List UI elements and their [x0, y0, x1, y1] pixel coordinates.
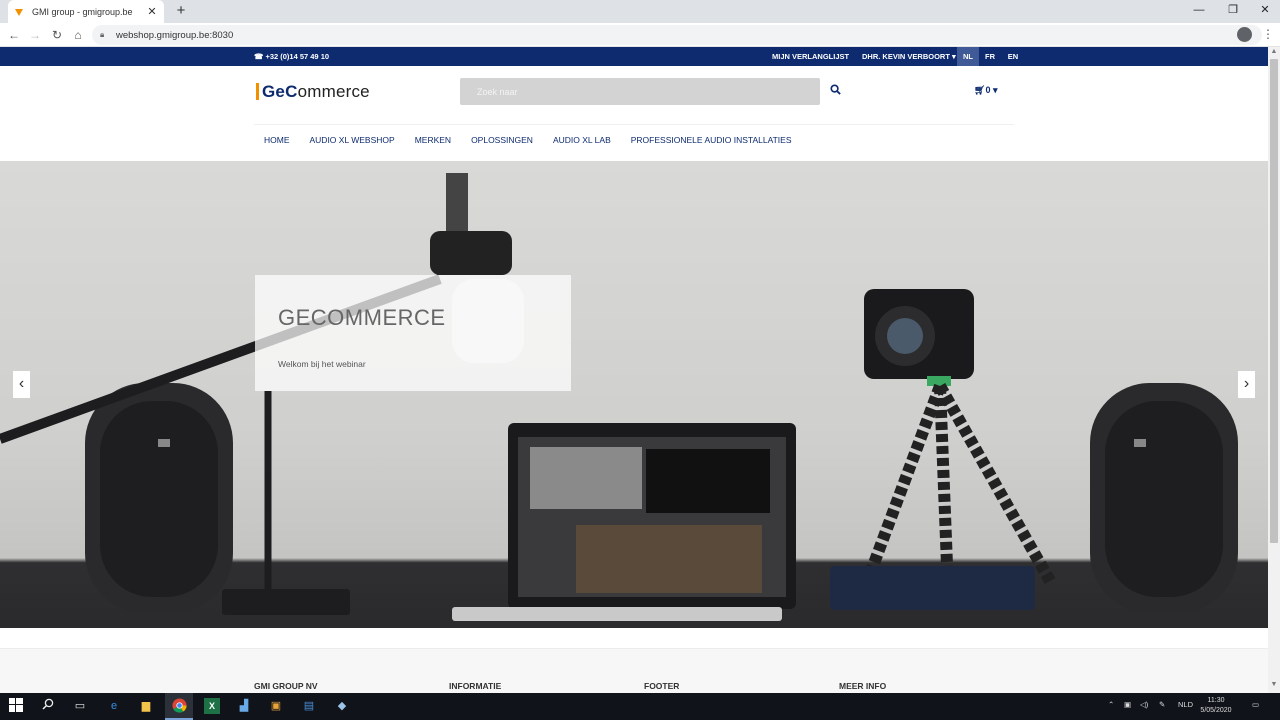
menu-item-merken[interactable]: MERKEN: [415, 135, 451, 145]
reload-icon[interactable]: ↻: [49, 27, 65, 43]
minimize-window-button[interactable]: —: [1182, 0, 1216, 23]
lang-fr[interactable]: FR: [979, 47, 1001, 66]
hero-image: [0, 173, 1268, 628]
caret-down-icon: ▾: [992, 85, 998, 95]
footer-col-informatie: INFORMATIE: [449, 681, 502, 691]
search-input[interactable]: [460, 78, 820, 105]
cart-button[interactable]: 🛒︎0 ▾: [974, 85, 998, 96]
hero-slider: GECOMMERCE Welkom bij het webinar ‹ ›: [0, 161, 1268, 628]
edge-icon[interactable]: e: [106, 698, 122, 714]
profile-avatar-icon[interactable]: [1237, 27, 1252, 42]
search-icon[interactable]: [828, 84, 842, 98]
user-menu[interactable]: DHR. KEVIN VERBOORT ▾: [862, 52, 956, 61]
chart-app-icon[interactable]: ▟: [236, 698, 252, 714]
scroll-up-icon[interactable]: ▲: [1268, 48, 1280, 58]
logo-accent-bar: [256, 83, 259, 100]
browser-tab[interactable]: GMI group - gmigroup.be ✕: [8, 0, 164, 23]
footer-col-gmi-group: GMI GROUP NV: [254, 681, 318, 691]
site-favicon-icon: [14, 7, 24, 17]
menu-item-oplossingen[interactable]: OPLOSSINGEN: [471, 135, 533, 145]
caret-down-icon: ▾: [952, 52, 956, 61]
scroll-down-icon[interactable]: ▼: [1268, 681, 1280, 691]
slide-caption: GECOMMERCE Welkom bij het webinar: [255, 275, 571, 391]
scrollbar-thumb[interactable]: [1270, 59, 1278, 543]
clock-time: 11:30: [1207, 697, 1225, 704]
excel-icon[interactable]: X: [204, 698, 220, 714]
header-divider: [254, 124, 1014, 125]
lang-nl[interactable]: NL: [957, 47, 979, 66]
close-tab-icon[interactable]: ✕: [146, 5, 158, 18]
home-icon[interactable]: ⌂: [70, 27, 86, 43]
task-view-icon[interactable]: ▭: [72, 698, 88, 714]
top-info-bar: ☎ +32 (0)14 57 49 10 MIJN VERLANGLIJST D…: [0, 47, 1268, 66]
new-tab-button[interactable]: +: [172, 2, 190, 20]
input-language[interactable]: NLD: [1178, 700, 1193, 709]
file-explorer-icon[interactable]: ▆: [138, 698, 154, 714]
site-footer: GMI GROUP NV INFORMATIE FOOTER MEER INFO: [0, 648, 1268, 693]
slide-text: Welkom bij het webinar: [278, 359, 366, 369]
tab-title: GMI group - gmigroup.be: [32, 6, 133, 17]
search-icon[interactable]: [40, 698, 56, 714]
pen-icon[interactable]: ✎: [1159, 700, 1165, 709]
page-viewport: ☎ +32 (0)14 57 49 10 MIJN VERLANGLIJST D…: [0, 47, 1268, 693]
wishlist-link[interactable]: MIJN VERLANGLIJST: [772, 52, 849, 61]
generic-app-icon[interactable]: ◆: [334, 698, 350, 714]
logo-rest: ommerce: [297, 82, 370, 101]
phone-number[interactable]: ☎ +32 (0)14 57 49 10: [254, 52, 329, 61]
cart-count: 0: [985, 85, 991, 95]
slide-title: GECOMMERCE: [278, 305, 446, 330]
main-menu: HOME AUDIO XL WEBSHOP MERKEN OPLOSSINGEN…: [264, 135, 792, 145]
phone-text: +32 (0)14 57 49 10: [265, 52, 330, 61]
system-clock[interactable]: 11:30 5/05/2020: [1196, 696, 1236, 716]
forward-arrow-icon[interactable]: →: [27, 27, 43, 43]
menu-item-audio-xl-webshop[interactable]: AUDIO XL WEBSHOP: [310, 135, 395, 145]
app-icon[interactable]: ▣: [268, 698, 284, 714]
report-app-icon[interactable]: ▤: [301, 698, 317, 714]
lock-icon: 🔒︎: [100, 30, 105, 39]
menu-item-audio-xl-lab[interactable]: AUDIO XL LAB: [553, 135, 611, 145]
footer-col-meer-info: MEER INFO: [839, 681, 887, 691]
chrome-icon[interactable]: [171, 698, 187, 714]
browser-menu-icon[interactable]: ⋮: [1262, 26, 1274, 42]
browser-tab-strip: GMI group - gmigroup.be ✕ + — ❐ ✕: [0, 0, 1280, 23]
cart-icon: 🛒︎: [974, 85, 986, 95]
close-window-button[interactable]: ✕: [1248, 0, 1280, 23]
user-name: DHR. KEVIN VERBOORT: [862, 52, 950, 61]
back-arrow-icon[interactable]: ←: [6, 27, 22, 43]
menu-item-professionele-audio-installaties[interactable]: PROFESSIONELE AUDIO INSTALLATIES: [631, 135, 792, 145]
slider-prev-arrow-icon[interactable]: ‹: [13, 371, 30, 398]
tray-expand-icon[interactable]: ⌃: [1108, 700, 1114, 709]
page-scrollbar[interactable]: ▲ ▼: [1268, 47, 1280, 693]
windows-start-icon[interactable]: [8, 698, 24, 714]
address-bar[interactable]: 🔒︎ webshop.gmigroup.be:8030 ★: [92, 25, 1262, 45]
windows-taskbar: ▭ e ▆ X ▟ ▣ ▤ ◆ ⌃ ▣ ◁) ✎ NLD 11:30 5/05/…: [0, 693, 1280, 720]
slider-next-arrow-icon[interactable]: ›: [1238, 371, 1255, 398]
network-icon[interactable]: ▣: [1124, 700, 1131, 709]
site-logo[interactable]: GeCommerce: [256, 82, 370, 102]
volume-icon[interactable]: ◁): [1140, 700, 1148, 709]
lang-en[interactable]: EN: [1002, 47, 1024, 66]
restore-window-button[interactable]: ❐: [1216, 0, 1250, 23]
url-text: webshop.gmigroup.be:8030: [116, 29, 234, 41]
logo-bold: GeC: [262, 82, 298, 101]
clock-date: 5/05/2020: [1200, 707, 1232, 714]
browser-toolbar: ← → ↻ ⌂ 🔒︎ webshop.gmigroup.be:8030 ★ ⋮: [0, 23, 1280, 47]
menu-item-home[interactable]: HOME: [264, 135, 290, 145]
notifications-icon[interactable]: ▭: [1252, 700, 1259, 709]
footer-col-footer: FOOTER: [644, 681, 680, 691]
